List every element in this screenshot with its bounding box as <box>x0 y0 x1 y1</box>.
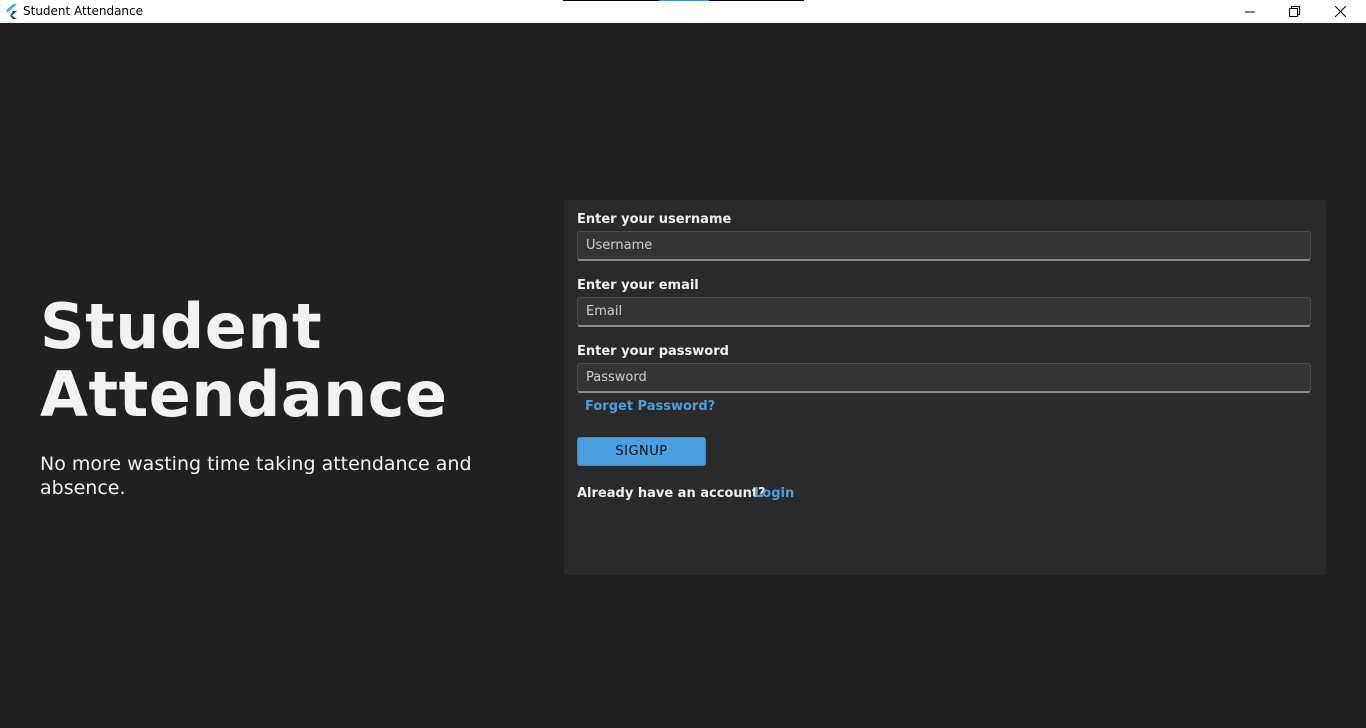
hero-title: Student Attendance <box>40 293 520 429</box>
title-indicator-accent <box>659 0 709 1</box>
window-titlebar: Student Attendance <box>0 0 1366 23</box>
hero-title-line-2: Attendance <box>40 358 448 431</box>
window-title: Student Attendance <box>23 4 144 18</box>
close-icon <box>1334 2 1347 21</box>
app-content: Student Attendance No more wasting time … <box>0 23 1366 728</box>
password-label: Enter your password <box>577 344 729 359</box>
email-label: Enter your email <box>577 278 699 293</box>
login-link[interactable]: Login <box>754 486 794 502</box>
hero-subtitle: No more wasting time taking attendance a… <box>40 453 472 499</box>
hero-title-line-1: Student <box>40 290 323 363</box>
flutter-logo-icon <box>4 4 18 19</box>
username-input[interactable] <box>577 231 1311 261</box>
forget-password-link[interactable]: Forget Password? <box>585 399 715 415</box>
minimize-icon <box>1244 2 1255 21</box>
signup-button[interactable]: SIGNUP <box>577 437 706 466</box>
close-button[interactable] <box>1318 0 1363 23</box>
email-input[interactable] <box>577 297 1311 327</box>
minimize-button[interactable] <box>1227 0 1272 23</box>
password-input[interactable] <box>577 363 1311 393</box>
signup-form-card: Enter your username Enter your email Ent… <box>564 200 1326 575</box>
maximize-icon <box>1289 2 1300 21</box>
username-label: Enter your username <box>577 212 732 227</box>
maximize-button[interactable] <box>1272 0 1317 23</box>
account-prompt: Already have an account? <box>577 486 766 501</box>
